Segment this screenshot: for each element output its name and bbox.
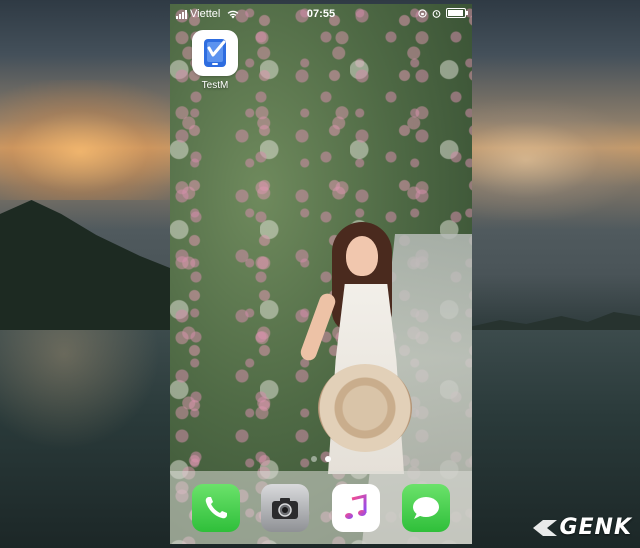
rotation-lock-icon [418, 8, 427, 18]
water-reflection [0, 330, 160, 450]
phone-icon [205, 497, 227, 519]
dock [170, 471, 472, 544]
messages-app-icon[interactable] [402, 484, 450, 532]
genk-logo-icon [533, 519, 558, 536]
camera-app-icon[interactable] [261, 484, 309, 532]
testm-icon[interactable] [192, 30, 238, 76]
camera-icon [272, 498, 298, 519]
genk-watermark: GENK [533, 515, 632, 540]
phone-app-icon[interactable] [192, 484, 240, 532]
app-label: TestM [201, 80, 229, 91]
music-icon [345, 494, 367, 519]
phone-home-screen: Viettel 07:55 TestM [170, 4, 472, 544]
page-dot-active[interactable] [325, 456, 331, 462]
watermark-text: GENK [559, 515, 632, 540]
alarm-icon [432, 9, 441, 18]
messages-icon [413, 497, 439, 519]
page-indicator[interactable] [170, 456, 472, 462]
sky-glow [450, 100, 640, 220]
status-icons [418, 8, 468, 18]
page-dot[interactable] [311, 456, 317, 462]
app-testm[interactable]: TestM [190, 30, 240, 91]
music-app-icon[interactable] [332, 484, 380, 532]
battery-icon [446, 8, 468, 18]
status-bar: Viettel 07:55 [170, 4, 472, 24]
wallpaper-hat [318, 364, 412, 452]
face [346, 236, 378, 276]
